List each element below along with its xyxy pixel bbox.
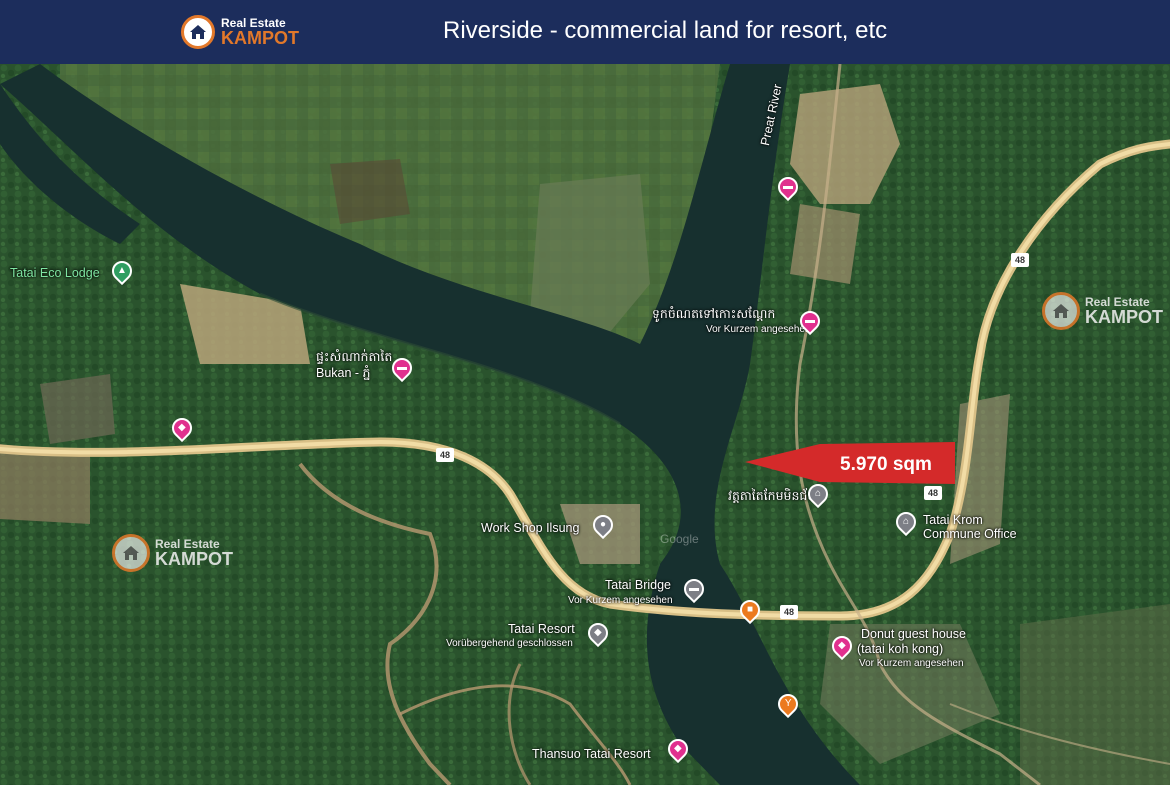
google-watermark: Google: [660, 532, 699, 546]
temple-label: វត្តតាតៃកែមមិនជ័យ: [728, 489, 820, 503]
river-hotel-status: Vor Kurzem angesehen: [706, 324, 811, 335]
header-bar: Real Estate KAMPOT Riverside - commercia…: [0, 0, 1170, 64]
page: Real Estate KAMPOT Riverside - commercia…: [0, 0, 1170, 785]
donut-guesthouse-status: Vor Kurzem angesehen: [859, 658, 964, 669]
brand-big-text: KAMPOT: [221, 28, 299, 48]
donut-guesthouse-label: Donut guest house: [861, 627, 966, 641]
watermark-logo: Real Estate KAMPOT: [112, 534, 233, 572]
page-title: Riverside - commercial land for resort, …: [443, 17, 888, 44]
donut-guesthouse-sub: (tatai koh kong): [857, 642, 944, 656]
eco-lodge-label: Tatai Eco Lodge: [10, 266, 100, 280]
thansuo-resort-label: Thansuo Tatai Resort: [532, 747, 651, 761]
house-icon: [181, 15, 215, 49]
commune-office-label: Commune Office: [923, 527, 1017, 541]
house-icon: [112, 534, 150, 572]
road-shield: 48: [436, 448, 454, 462]
bukan-label: Bukan - ភ្នំ: [316, 366, 371, 380]
resort-label: Tatai Resort: [508, 622, 575, 636]
brand-logo[interactable]: Real Estate KAMPOT: [181, 12, 299, 52]
river-hotel-label: ទូកចំណតទៅកោះសណ្ដែក: [652, 307, 776, 321]
road-shield: 48: [1011, 253, 1029, 267]
resort-status: Vorübergehend geschlossen: [446, 638, 573, 649]
house-icon: [1042, 292, 1080, 330]
bridge-status: Vor Kurzem angesehen: [568, 595, 673, 606]
satellite-map[interactable]: Tatai Eco Lodge ▲ ផ្ទះសំណាក់តាតៃ Bukan -…: [0, 64, 1170, 785]
bridge-label: Tatai Bridge: [605, 578, 672, 592]
watermark-big: KAMPOT: [1085, 307, 1163, 327]
workshop-label: Work Shop Ilsung: [481, 521, 580, 535]
commune-name-label: Tatai Krom: [923, 513, 983, 527]
plot-area-label: 5.970 sqm: [840, 454, 932, 475]
road-shield: 48: [780, 605, 798, 619]
road-shield: 48: [924, 486, 942, 500]
watermark-logo: Real Estate KAMPOT: [1042, 292, 1163, 330]
watermark-big: KAMPOT: [155, 549, 233, 569]
